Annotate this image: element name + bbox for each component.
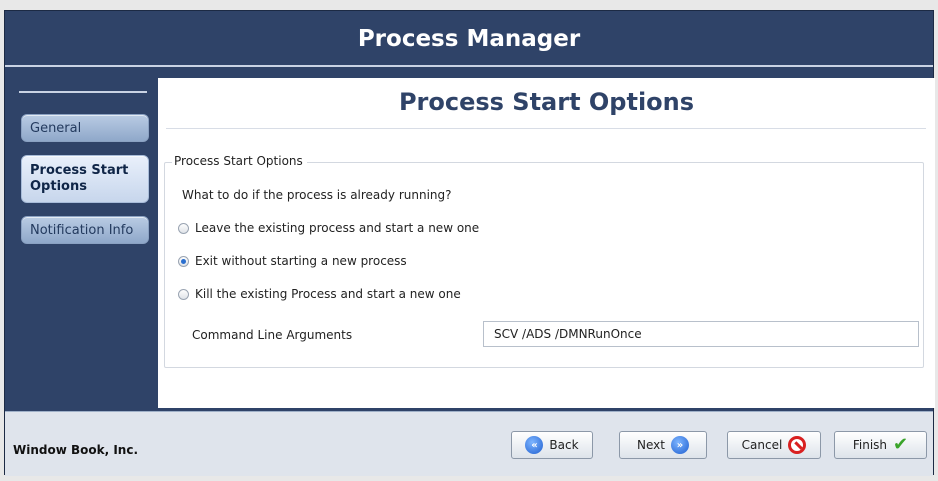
sidebar-item-process-start-options[interactable]: Process Start Options	[21, 155, 149, 203]
radio-button[interactable]	[178, 222, 189, 234]
sidebar-item-general[interactable]: General	[21, 114, 149, 142]
next-arrow-icon: »	[670, 436, 689, 454]
command-line-input[interactable]	[483, 321, 919, 347]
radio-button-checked[interactable]	[178, 255, 189, 267]
radio-button[interactable]	[178, 288, 189, 300]
title-underline	[166, 128, 926, 129]
command-line-label: Command Line Arguments	[192, 328, 353, 342]
radio-exit-without-starting[interactable]: Exit without starting a new process	[178, 254, 407, 268]
process-manager-window: Process Manager General Process Start Op…	[4, 10, 935, 476]
back-arrow-icon: «	[525, 436, 544, 454]
radio-leave-existing[interactable]: Leave the existing process and start a n…	[178, 221, 479, 235]
next-button[interactable]: Next »	[619, 431, 707, 459]
cancel-button[interactable]: Cancel	[727, 431, 821, 459]
finish-label: Finish	[852, 438, 888, 452]
back-button[interactable]: « Back	[511, 431, 593, 459]
radio-label: Exit without starting a new process	[195, 254, 407, 268]
content-panel: Process Start Options Process Start Opti…	[158, 78, 935, 408]
question-label: What to do if the process is already run…	[182, 188, 452, 202]
radio-kill-existing[interactable]: Kill the existing Process and start a ne…	[178, 287, 461, 301]
window-title: Process Manager	[357, 26, 581, 52]
sidebar-item-notification-info[interactable]: Notification Info	[21, 216, 149, 244]
checkmark-icon: ✔	[893, 434, 909, 455]
sidebar: General Process Start Options Notificati…	[5, 69, 157, 409]
finish-button[interactable]: Finish ✔	[834, 431, 927, 459]
radio-label: Leave the existing process and start a n…	[195, 221, 480, 235]
cancel-label: Cancel	[741, 438, 783, 452]
radio-label: Kill the existing Process and start a ne…	[195, 287, 461, 301]
footer-bar: Window Book, Inc. « Back Next » Cancel F…	[5, 411, 933, 476]
back-label: Back	[549, 438, 579, 452]
next-label: Next	[637, 438, 665, 452]
group-label: Process Start Options	[172, 154, 307, 168]
page-title: Process Start Options	[398, 88, 695, 116]
company-name: Window Book, Inc.	[13, 443, 139, 457]
cancel-icon	[788, 436, 807, 454]
title-divider	[5, 65, 933, 67]
sidebar-divider	[19, 91, 147, 93]
